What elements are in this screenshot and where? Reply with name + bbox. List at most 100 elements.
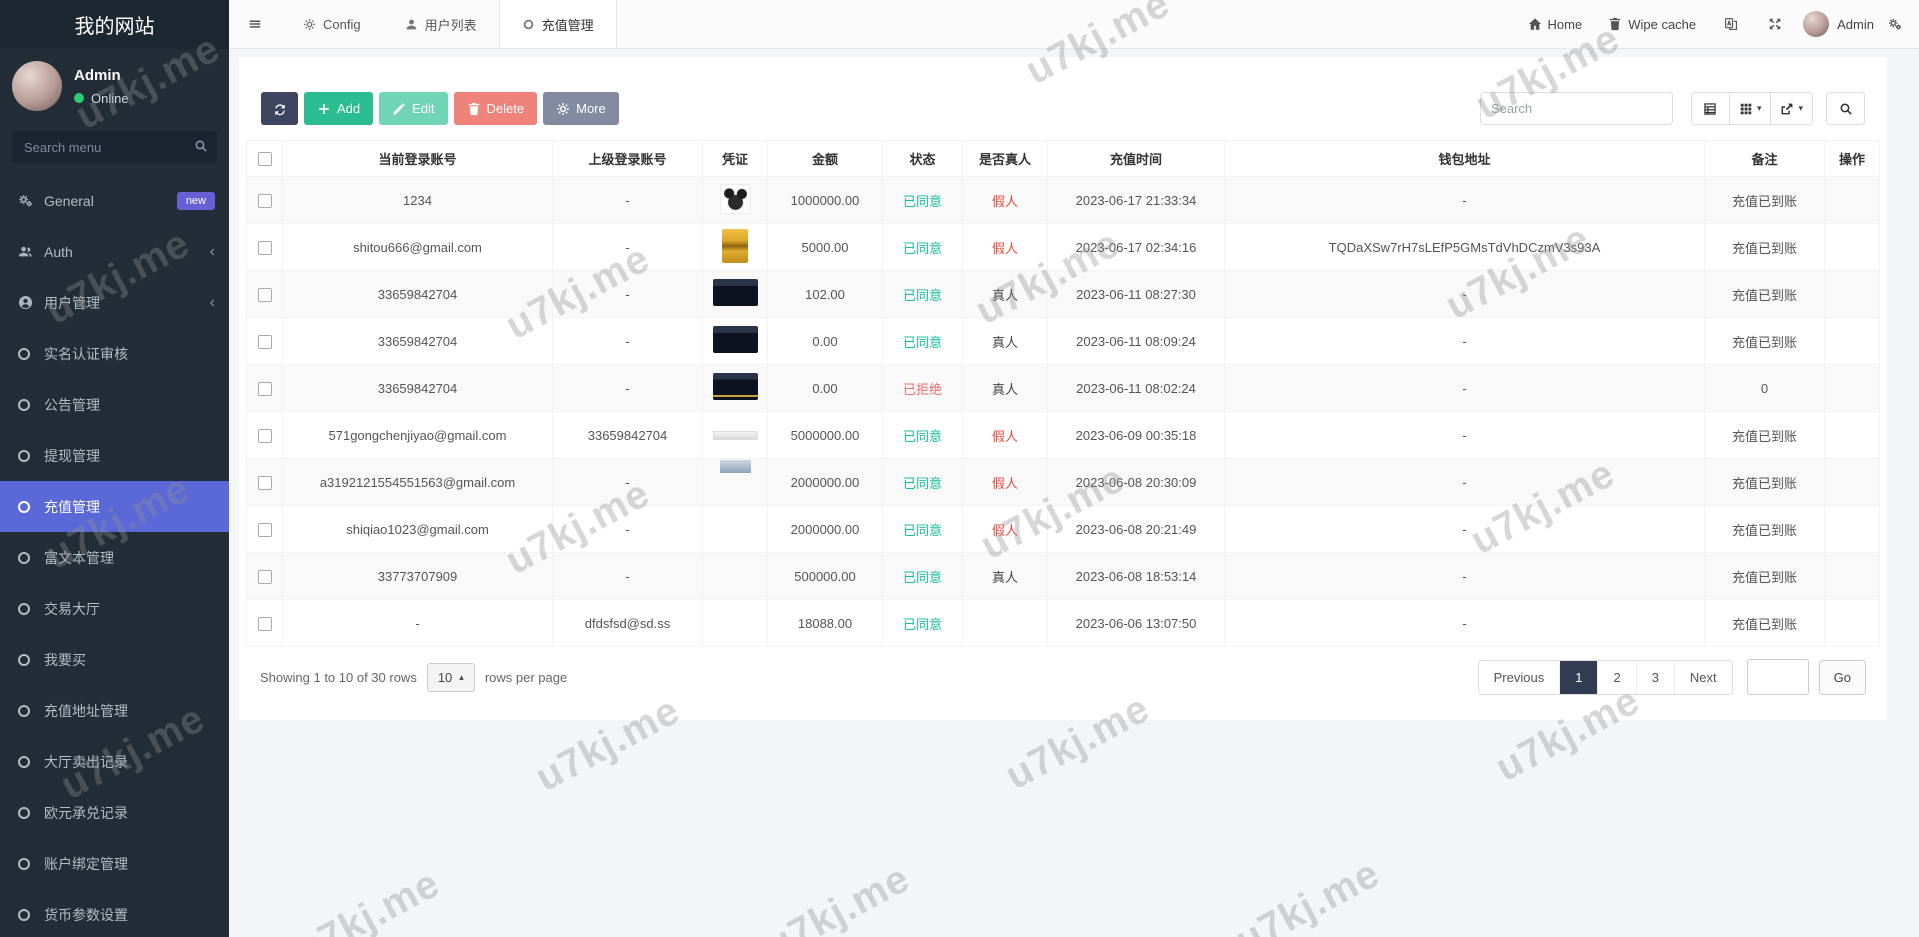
cell-voucher (702, 364, 768, 412)
sidebar-item-General[interactable]: General new (0, 175, 229, 226)
cell-status: 已同意 (882, 599, 963, 647)
status-badge: 已同意 (902, 522, 942, 538)
row-checkbox[interactable] (257, 193, 272, 208)
edit-button[interactable]: Edit (379, 92, 448, 125)
voucher-image[interactable] (722, 228, 748, 263)
sidebar-item-label: 公告管理 (44, 396, 100, 413)
cell-parent: - (552, 364, 703, 412)
cell-amount: 2000000.00 (767, 458, 883, 506)
cell-voucher (702, 317, 768, 365)
user-name: Admin (74, 66, 121, 84)
select-all-checkbox[interactable] (257, 152, 272, 167)
sidebar-item-label: 富文本管理 (44, 549, 114, 566)
circle-icon (18, 398, 44, 411)
add-button[interactable]: Add (304, 92, 374, 125)
cell-is-real: 假人 (962, 458, 1048, 506)
sidebar-toggle-button[interactable] (229, 0, 281, 48)
pagination-bar: Showing 1 to 10 of 30 rows 10 ▴ rows per… (246, 647, 1880, 695)
sidebar-item-富文本管理[interactable]: 富文本管理 (0, 532, 229, 583)
page-size-dropdown[interactable]: 10 ▴ (426, 662, 475, 692)
voucher-image[interactable] (712, 373, 758, 400)
trash-icon (1608, 17, 1622, 31)
select-all-cell (246, 140, 283, 177)
page-button-2[interactable]: 2 (1597, 660, 1636, 694)
settings-button[interactable] (1884, 0, 1906, 48)
sidebar-item-充值地址管理[interactable]: 充值地址管理 (0, 685, 229, 736)
cogs-icon (18, 193, 44, 208)
row-checkbox[interactable] (257, 381, 272, 396)
delete-button[interactable]: Delete (453, 92, 538, 125)
language-button[interactable] (1709, 0, 1753, 48)
sidebar-item-公告管理[interactable]: 公告管理 (0, 379, 229, 430)
sidebar-search-input[interactable] (12, 131, 217, 163)
topbar-avatar[interactable] (1803, 11, 1830, 37)
sidebar-item-label: 实名认证审核 (44, 345, 128, 362)
tab-用户列表[interactable]: 用户列表 (383, 0, 499, 48)
row-checkbox[interactable] (257, 475, 272, 490)
users-icon (18, 244, 44, 259)
wipe-cache-link[interactable]: Wipe cache (1595, 0, 1709, 48)
cell-account: a3192121554551563@gmail.com (282, 458, 553, 506)
search-icon (194, 139, 208, 153)
table-row: 1234-1000000.00 已同意 假人 2023-06-17 21:33:34-… (246, 176, 1880, 224)
sidebar-item-大厅卖出记录[interactable]: 大厅卖出记录 (0, 736, 229, 787)
row-select-cell (246, 223, 283, 271)
refresh-button[interactable] (261, 92, 298, 125)
sidebar-item-label: Auth (44, 243, 73, 260)
next-page-button[interactable]: Next (1673, 660, 1732, 694)
sidebar-item-交易大厅[interactable]: 交易大厅 (0, 583, 229, 634)
sidebar-item-用户管理[interactable]: 用户管理 ‹ (0, 277, 229, 328)
voucher-image[interactable] (712, 279, 758, 306)
status-badge: 已同意 (902, 428, 942, 444)
admin-menu[interactable]: Admin (1837, 17, 1884, 32)
sidebar-item-提现管理[interactable]: 提现管理 (0, 430, 229, 481)
page-jump-input[interactable] (1746, 659, 1809, 695)
row-checkbox[interactable] (257, 287, 272, 302)
home-link[interactable]: Home (1515, 0, 1596, 48)
sidebar-item-账户绑定管理[interactable]: 账户绑定管理 (0, 838, 229, 889)
sidebar-item-我要买[interactable]: 我要买 (0, 634, 229, 685)
sidebar-item-欧元承兑记录[interactable]: 欧元承兑记录 (0, 787, 229, 838)
export-button[interactable]: ▾ (1771, 93, 1812, 124)
column-header: 凭证 (702, 140, 768, 177)
toggle-view-button[interactable] (1691, 93, 1730, 124)
cell-time: 2023-06-11 08:02:24 (1047, 364, 1225, 412)
voucher-image[interactable] (719, 460, 751, 473)
sidebar-item-货币参数设置[interactable]: 货币参数设置 (0, 889, 229, 937)
row-checkbox[interactable] (257, 334, 272, 349)
cell-status: 已同意 (882, 223, 963, 271)
table-search-input[interactable] (1479, 92, 1673, 125)
sidebar-item-Auth[interactable]: Auth ‹ (0, 226, 229, 277)
sidebar-item-充值管理[interactable]: 充值管理 (0, 481, 229, 532)
sidebar-item-实名认证审核[interactable]: 实名认证审核 (0, 328, 229, 379)
previous-page-button[interactable]: Previous (1478, 660, 1560, 694)
cell-wallet: - (1224, 505, 1705, 553)
voucher-image[interactable] (719, 183, 751, 214)
row-checkbox[interactable] (257, 428, 272, 443)
page-button-3[interactable]: 3 (1635, 660, 1674, 694)
avatar[interactable] (12, 61, 62, 111)
table-row: 33773707909-500000.00 已同意 真人 2023-06-08 18:… (246, 552, 1880, 600)
row-checkbox[interactable] (257, 240, 272, 255)
fullscreen-button[interactable] (1753, 0, 1797, 48)
voucher-image[interactable] (712, 430, 758, 440)
columns-button[interactable]: ▾ (1729, 93, 1772, 124)
go-button[interactable]: Go (1818, 659, 1866, 695)
row-checkbox[interactable] (257, 522, 272, 537)
circle-icon (18, 806, 44, 819)
tab-Config[interactable]: Config (281, 0, 383, 48)
cell-wallet: - (1224, 364, 1705, 412)
more-button[interactable]: More (543, 92, 619, 125)
cell-action (1824, 552, 1880, 600)
cell-wallet: TQDaXSw7rH7sLEfP5GMsTdVhDCzmV3s93A (1224, 223, 1705, 271)
page-button-1[interactable]: 1 (1559, 660, 1598, 694)
row-checkbox[interactable] (257, 616, 272, 631)
column-header: 当前登录账号 (282, 140, 553, 177)
voucher-image[interactable] (712, 326, 758, 353)
tab-充值管理[interactable]: 充值管理 (498, 0, 617, 48)
caret-up-icon: ▴ (459, 671, 464, 682)
cell-parent: 33659842704 (552, 411, 703, 459)
cell-remark: 充值已到账 (1704, 505, 1825, 553)
row-checkbox[interactable] (257, 569, 272, 584)
advanced-search-button[interactable] (1826, 92, 1865, 125)
